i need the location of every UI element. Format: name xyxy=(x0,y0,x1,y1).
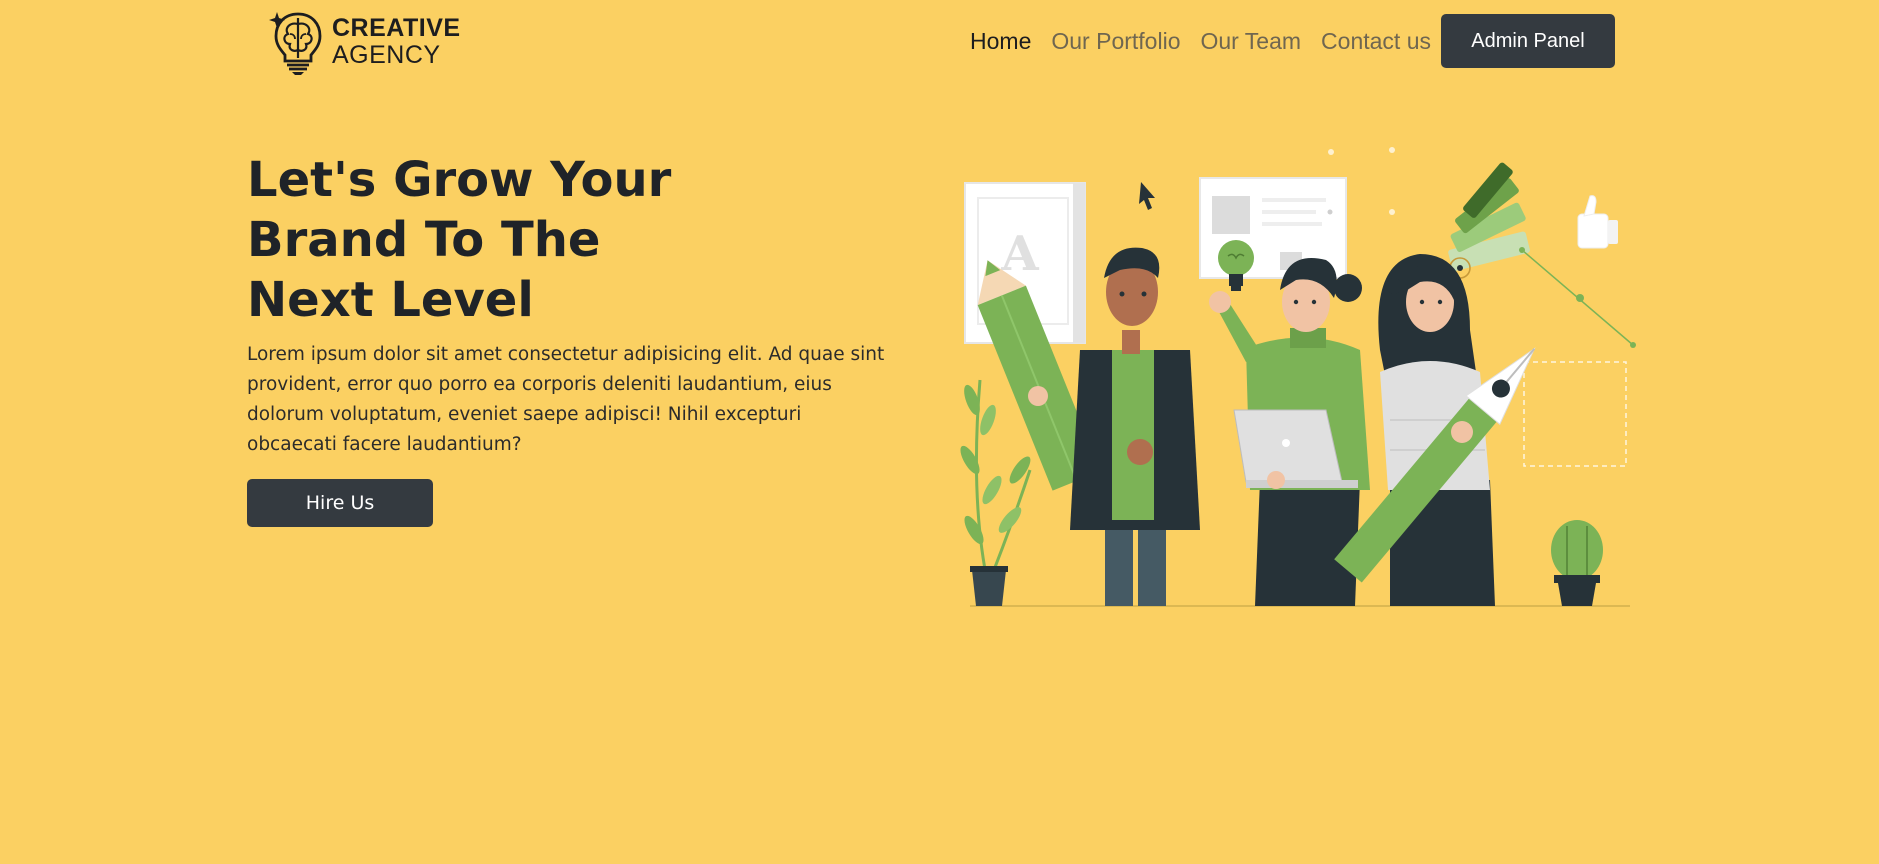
nav-links: Home Our Portfolio Our Team Contact us A… xyxy=(970,14,1615,68)
navbar: CREATIVE AGENCY Home Our Portfolio Our T… xyxy=(0,0,1879,84)
creative-team-illustration: A xyxy=(960,147,1636,607)
brain-lightbulb-icon xyxy=(269,12,322,75)
hero-description: Lorem ipsum dolor sit amet consectetur a… xyxy=(247,344,885,455)
selection-box xyxy=(1523,361,1627,467)
nav-link-home[interactable]: Home xyxy=(970,28,1031,55)
logo-text-line2: AGENCY xyxy=(332,41,441,69)
lightbulb xyxy=(1218,240,1254,291)
cactus xyxy=(1551,520,1603,606)
logo-text: CREATIVE AGENCY xyxy=(332,16,461,68)
pen-tool-line xyxy=(1519,247,1636,348)
hire-us-button[interactable]: Hire Us xyxy=(247,479,433,527)
landing-page: CREATIVE AGENCY Home Our Portfolio Our T… xyxy=(0,0,1879,864)
hero-title-line: Next Level xyxy=(247,272,534,328)
logo-text-line1: CREATIVE xyxy=(332,14,461,42)
nav-link-our-portfolio[interactable]: Our Portfolio xyxy=(1051,28,1180,55)
nav-link-contact-us[interactable]: Contact us xyxy=(1321,28,1431,55)
hero-title-line: Brand To The xyxy=(247,212,601,268)
cursor-arrow xyxy=(1139,182,1155,210)
nav-link-our-team[interactable]: Our Team xyxy=(1200,28,1301,55)
thumbs-up xyxy=(1577,195,1618,249)
hero-title: Let's Grow Your Brand To The Next Level xyxy=(247,150,807,330)
admin-panel-button[interactable]: Admin Panel xyxy=(1441,14,1615,68)
brand-logo[interactable]: CREATIVE AGENCY xyxy=(268,8,468,76)
color-swatch-fan xyxy=(1448,162,1530,279)
hero-title-line: Let's Grow Your xyxy=(247,152,672,208)
